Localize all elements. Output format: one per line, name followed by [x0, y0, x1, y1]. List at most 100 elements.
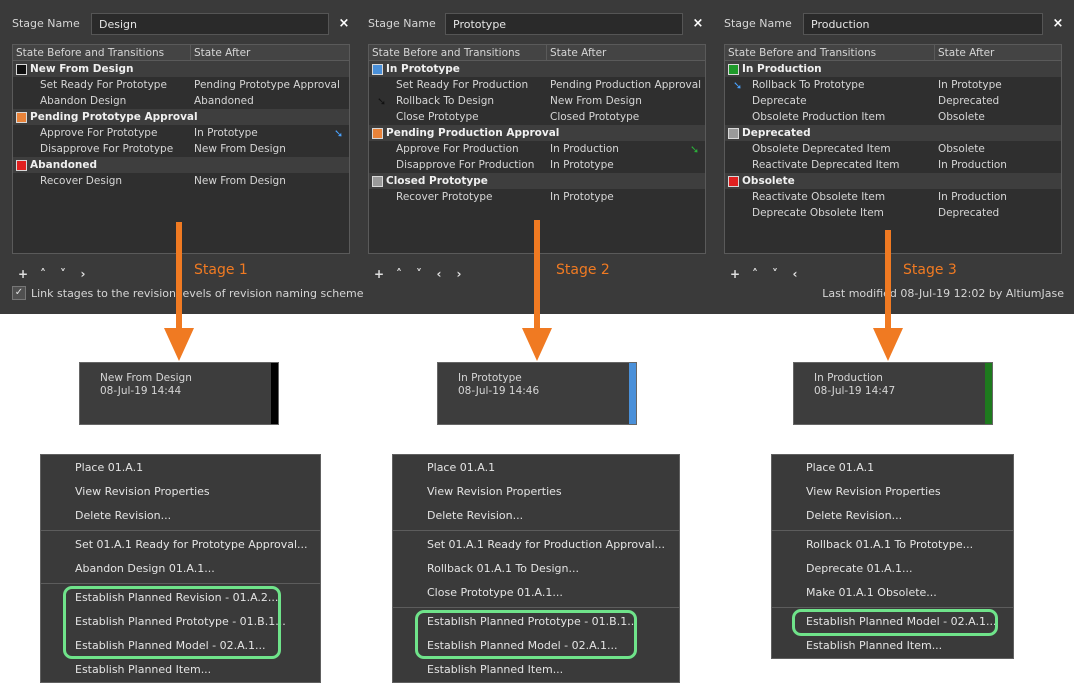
- transition-row[interactable]: Approve For Production In Production ➘: [369, 141, 705, 157]
- transition-row[interactable]: Recover Prototype In Prototype: [369, 189, 705, 205]
- menu-item[interactable]: Set 01.A.1 Ready for Prototype Approval.…: [41, 533, 320, 557]
- column-header-after[interactable]: State After: [194, 47, 250, 59]
- state-label: New From Design: [30, 63, 134, 75]
- move-up-button[interactable]: ˄: [390, 267, 408, 281]
- grid-header: State Before and Transitions State After: [13, 45, 349, 61]
- transition-row[interactable]: Disapprove For Production In Prototype: [369, 157, 705, 173]
- link-stages-checkbox[interactable]: ✓: [12, 286, 26, 300]
- move-right-button[interactable]: ›: [450, 267, 468, 281]
- state-row[interactable]: In Prototype: [369, 61, 705, 77]
- state-color-swatch: [16, 64, 27, 75]
- add-state-button[interactable]: +: [370, 267, 388, 281]
- transition-row[interactable]: Deprecate Obsolete Item Deprecated: [725, 205, 1061, 221]
- transition-row[interactable]: Approve For Prototype In Prototype ➘: [13, 125, 349, 141]
- column-divider[interactable]: [546, 45, 547, 60]
- transition-row[interactable]: Deprecate Deprecated: [725, 93, 1061, 109]
- menu-item[interactable]: Place 01.A.1: [41, 456, 320, 480]
- add-state-button[interactable]: +: [14, 267, 32, 281]
- transition-row[interactable]: ➘ Rollback To Prototype In Prototype: [725, 77, 1061, 93]
- state-color-bar: [629, 363, 636, 424]
- menu-item[interactable]: Rollback 01.A.1 To Design...: [393, 557, 679, 581]
- move-down-button[interactable]: ˅: [410, 267, 428, 281]
- move-left-button[interactable]: ‹: [786, 267, 804, 281]
- transition-row[interactable]: Recover Design New From Design: [13, 173, 349, 189]
- menu-item[interactable]: Place 01.A.1: [393, 456, 679, 480]
- menu-item[interactable]: Set 01.A.1 Ready for Production Approval…: [393, 533, 679, 557]
- transition-row[interactable]: Obsolete Deprecated Item Obsolete: [725, 141, 1061, 157]
- menu-item[interactable]: Place 01.A.1: [772, 456, 1013, 480]
- menu-item[interactable]: View Revision Properties: [41, 480, 320, 504]
- column-header-before[interactable]: State Before and Transitions: [16, 47, 164, 59]
- move-right-button[interactable]: ›: [74, 267, 92, 281]
- column-divider[interactable]: [934, 45, 935, 60]
- transition-row[interactable]: Abandon Design Abandoned: [13, 93, 349, 109]
- transition-row[interactable]: Obsolete Production Item Obsolete: [725, 109, 1061, 125]
- column-header-before[interactable]: State Before and Transitions: [372, 47, 520, 59]
- menu-item[interactable]: View Revision Properties: [393, 480, 679, 504]
- state-after: In Production: [938, 159, 1007, 171]
- add-state-button[interactable]: +: [726, 267, 744, 281]
- transition-row[interactable]: Disapprove For Prototype New From Design: [13, 141, 349, 157]
- menu-separator: [393, 607, 679, 608]
- revision-tile[interactable]: In Prototype 08-Jul-19 14:46: [437, 362, 637, 425]
- menu-item[interactable]: Establish Planned Item...: [393, 658, 679, 682]
- state-row[interactable]: Obsolete: [725, 173, 1061, 189]
- menu-item[interactable]: Close Prototype 01.A.1...: [393, 581, 679, 605]
- close-icon[interactable]: ×: [336, 13, 352, 35]
- menu-item[interactable]: Establish Planned Item...: [41, 658, 320, 682]
- transition-row[interactable]: Set Ready For Production Pending Product…: [369, 77, 705, 93]
- column-divider[interactable]: [190, 45, 191, 60]
- menu-item[interactable]: Delete Revision...: [772, 504, 1013, 528]
- state-row[interactable]: Abandoned: [13, 157, 349, 173]
- revision-state: In Production: [814, 372, 883, 384]
- state-row[interactable]: Deprecated: [725, 125, 1061, 141]
- state-row[interactable]: Closed Prototype: [369, 173, 705, 189]
- menu-item[interactable]: Deprecate 01.A.1...: [772, 557, 1013, 581]
- transition-name: Disapprove For Production: [396, 159, 535, 171]
- menu-separator: [772, 607, 1013, 608]
- menu-item[interactable]: Delete Revision...: [41, 504, 320, 528]
- grid-header: State Before and Transitions State After: [369, 45, 705, 61]
- transition-row[interactable]: ➘ Rollback To Design New From Design: [369, 93, 705, 109]
- transition-row[interactable]: Reactivate Obsolete Item In Production: [725, 189, 1061, 205]
- state-row[interactable]: Pending Prototype Approval: [13, 109, 349, 125]
- stage-name-input[interactable]: [803, 13, 1043, 35]
- column-header-after[interactable]: State After: [938, 47, 994, 59]
- menu-item[interactable]: Make 01.A.1 Obsolete...: [772, 581, 1013, 605]
- state-after: Obsolete: [938, 111, 985, 123]
- grid-header: State Before and Transitions State After: [725, 45, 1061, 61]
- transition-row[interactable]: Set Ready For Prototype Pending Prototyp…: [13, 77, 349, 93]
- revision-tile[interactable]: In Production 08-Jul-19 14:47: [793, 362, 993, 425]
- transition-name: Reactivate Deprecated Item: [752, 159, 900, 171]
- menu-item[interactable]: Establish Planned Item...: [772, 634, 1013, 658]
- move-up-button[interactable]: ˄: [34, 267, 52, 281]
- move-left-button[interactable]: ‹: [430, 267, 448, 281]
- transition-name: Deprecate: [752, 95, 807, 107]
- stage-name-input[interactable]: [445, 13, 683, 35]
- close-icon[interactable]: ×: [690, 13, 706, 35]
- state-row[interactable]: New From Design: [13, 61, 349, 77]
- move-up-button[interactable]: ˄: [746, 267, 764, 281]
- menu-item[interactable]: Delete Revision...: [393, 504, 679, 528]
- menu-item[interactable]: Rollback 01.A.1 To Prototype...: [772, 533, 1013, 557]
- menu-item[interactable]: Abandon Design 01.A.1...: [41, 557, 320, 581]
- state-row[interactable]: Pending Production Approval: [369, 125, 705, 141]
- revision-tile[interactable]: New From Design 08-Jul-19 14:44: [79, 362, 279, 425]
- transition-name: Obsolete Deprecated Item: [752, 143, 891, 155]
- state-color-swatch: [372, 176, 383, 187]
- transition-name: Set Ready For Production: [396, 79, 529, 91]
- close-icon[interactable]: ×: [1050, 13, 1066, 35]
- state-after: Deprecated: [938, 207, 1000, 219]
- black-arrow-icon: ➘: [377, 95, 387, 108]
- column-header-after[interactable]: State After: [550, 47, 606, 59]
- state-after: In Prototype: [194, 127, 258, 139]
- stage-name-input[interactable]: [91, 13, 329, 35]
- move-down-button[interactable]: ˅: [54, 267, 72, 281]
- state-row[interactable]: In Production: [725, 61, 1061, 77]
- move-down-button[interactable]: ˅: [766, 267, 784, 281]
- state-color-swatch: [372, 64, 383, 75]
- menu-item[interactable]: View Revision Properties: [772, 480, 1013, 504]
- column-header-before[interactable]: State Before and Transitions: [728, 47, 876, 59]
- transition-row[interactable]: Reactivate Deprecated Item In Production: [725, 157, 1061, 173]
- transition-row[interactable]: Close Prototype Closed Prototype: [369, 109, 705, 125]
